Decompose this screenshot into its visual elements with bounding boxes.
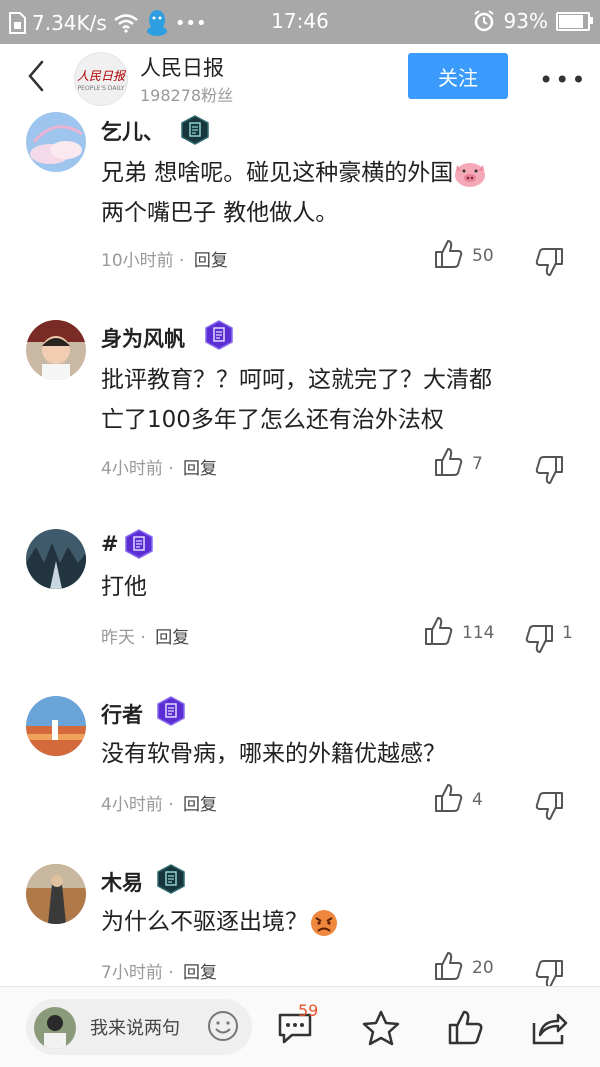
comment-meta: 4小时前 · 回复 [101, 459, 218, 479]
comment-time: 昨天 [101, 628, 135, 648]
status-bar: 7.34K/s ••• 17:46 93% [0, 0, 600, 44]
comment-count-badge: 59 [298, 1001, 319, 1020]
like-count: 4 [472, 790, 483, 810]
like-count: 114 [462, 623, 495, 643]
clock: 17:46 [271, 9, 329, 33]
comment-meta: 10小时前 · 回复 [101, 251, 228, 271]
username[interactable]: 乞儿、 [101, 116, 164, 146]
follow-button[interactable]: 关注 [408, 53, 508, 99]
thumbs-up-icon[interactable] [432, 950, 464, 982]
battery-icon [556, 11, 593, 31]
avatar[interactable] [26, 112, 86, 172]
comment-meta: 昨天 · 回复 [101, 628, 190, 648]
username[interactable]: 木易 [101, 867, 143, 897]
comment-meta: 7小时前 · 回复 [101, 963, 218, 983]
thumbs-up-icon[interactable] [432, 238, 464, 270]
reply-button[interactable]: 回复 [183, 795, 217, 815]
logo-subtext: PEOPLE'S DAILY [77, 85, 125, 92]
username[interactable]: # [101, 532, 119, 556]
comment-text: 为什么不驱逐出境？ [101, 902, 581, 942]
logo-text: 人民日报 [76, 69, 125, 83]
dislike-count: 1 [562, 623, 573, 643]
thumbs-up-icon[interactable] [446, 1009, 484, 1047]
like-count: 50 [472, 246, 494, 266]
avatar[interactable] [26, 864, 86, 924]
thumbs-up-icon[interactable] [432, 446, 464, 478]
like-count: 7 [472, 454, 483, 474]
more-options-icon[interactable]: ••• [539, 66, 587, 94]
comment-text: 打他 [101, 574, 147, 600]
comment-text: 没有软骨病，哪来的外籍优越感？ [101, 741, 446, 767]
user-avatar [34, 1007, 76, 1049]
fans-count: 198278粉丝 [140, 86, 234, 105]
thumbs-down-icon[interactable] [534, 454, 566, 486]
thumbs-down-icon[interactable] [534, 246, 566, 278]
back-arrow-icon[interactable] [22, 58, 52, 94]
avatar[interactable] [26, 320, 86, 380]
comment-time: 4小时前 [101, 459, 163, 479]
comment-time: 10小时前 [101, 251, 174, 271]
comment-input[interactable]: 我来说两句 [26, 999, 252, 1055]
bottom-toolbar: 我来说两句 59 [0, 986, 600, 1067]
level-badge-icon [205, 320, 233, 350]
account-name[interactable]: 人民日报 [140, 52, 224, 82]
comment-text: 兄弟 想啥呢。碰见这种豪横的外国 两个嘴巴子 教他做人。 [101, 153, 581, 233]
angry-face-emoji-icon [311, 909, 337, 936]
battery-percent: 93% [503, 9, 548, 33]
account-logo[interactable]: 人民日报 PEOPLE'S DAILY [74, 52, 128, 106]
level-badge-icon [181, 115, 209, 145]
reply-button[interactable]: 回复 [194, 251, 228, 271]
reply-button[interactable]: 回复 [155, 628, 189, 648]
level-badge-icon [157, 864, 185, 894]
username[interactable]: 身为风帆 [101, 323, 185, 353]
reply-button[interactable]: 回复 [183, 963, 217, 983]
share-icon[interactable] [530, 1009, 568, 1047]
level-badge-icon [125, 529, 153, 559]
comment-time: 4小时前 [101, 795, 163, 815]
thumbs-up-icon[interactable] [422, 615, 454, 647]
thumbs-up-icon[interactable] [432, 782, 464, 814]
comment-text: 批评教育？？呵呵，这就完了？大清都 亡了100多年了怎么还有治外法权 [101, 367, 492, 433]
comment-meta: 4小时前 · 回复 [101, 795, 218, 815]
avatar[interactable] [26, 529, 86, 589]
thumbs-down-icon[interactable] [534, 790, 566, 822]
star-favorite-icon[interactable] [362, 1009, 400, 1047]
like-count: 20 [472, 958, 494, 978]
emoji-smile-icon[interactable] [206, 1009, 240, 1043]
alarm-icon [473, 10, 494, 32]
reply-button[interactable]: 回复 [183, 459, 217, 479]
username[interactable]: 行者 [101, 699, 143, 729]
account-header: 人民日报 PEOPLE'S DAILY 人民日报 198278粉丝 关注 ••• [0, 44, 600, 108]
avatar[interactable] [26, 696, 86, 756]
level-badge-icon [157, 696, 185, 726]
comment-time: 7小时前 [101, 963, 163, 983]
pig-face-emoji-icon [455, 162, 486, 187]
thumbs-down-icon[interactable] [524, 623, 556, 655]
comment-input-placeholder: 我来说两句 [90, 1018, 180, 1039]
